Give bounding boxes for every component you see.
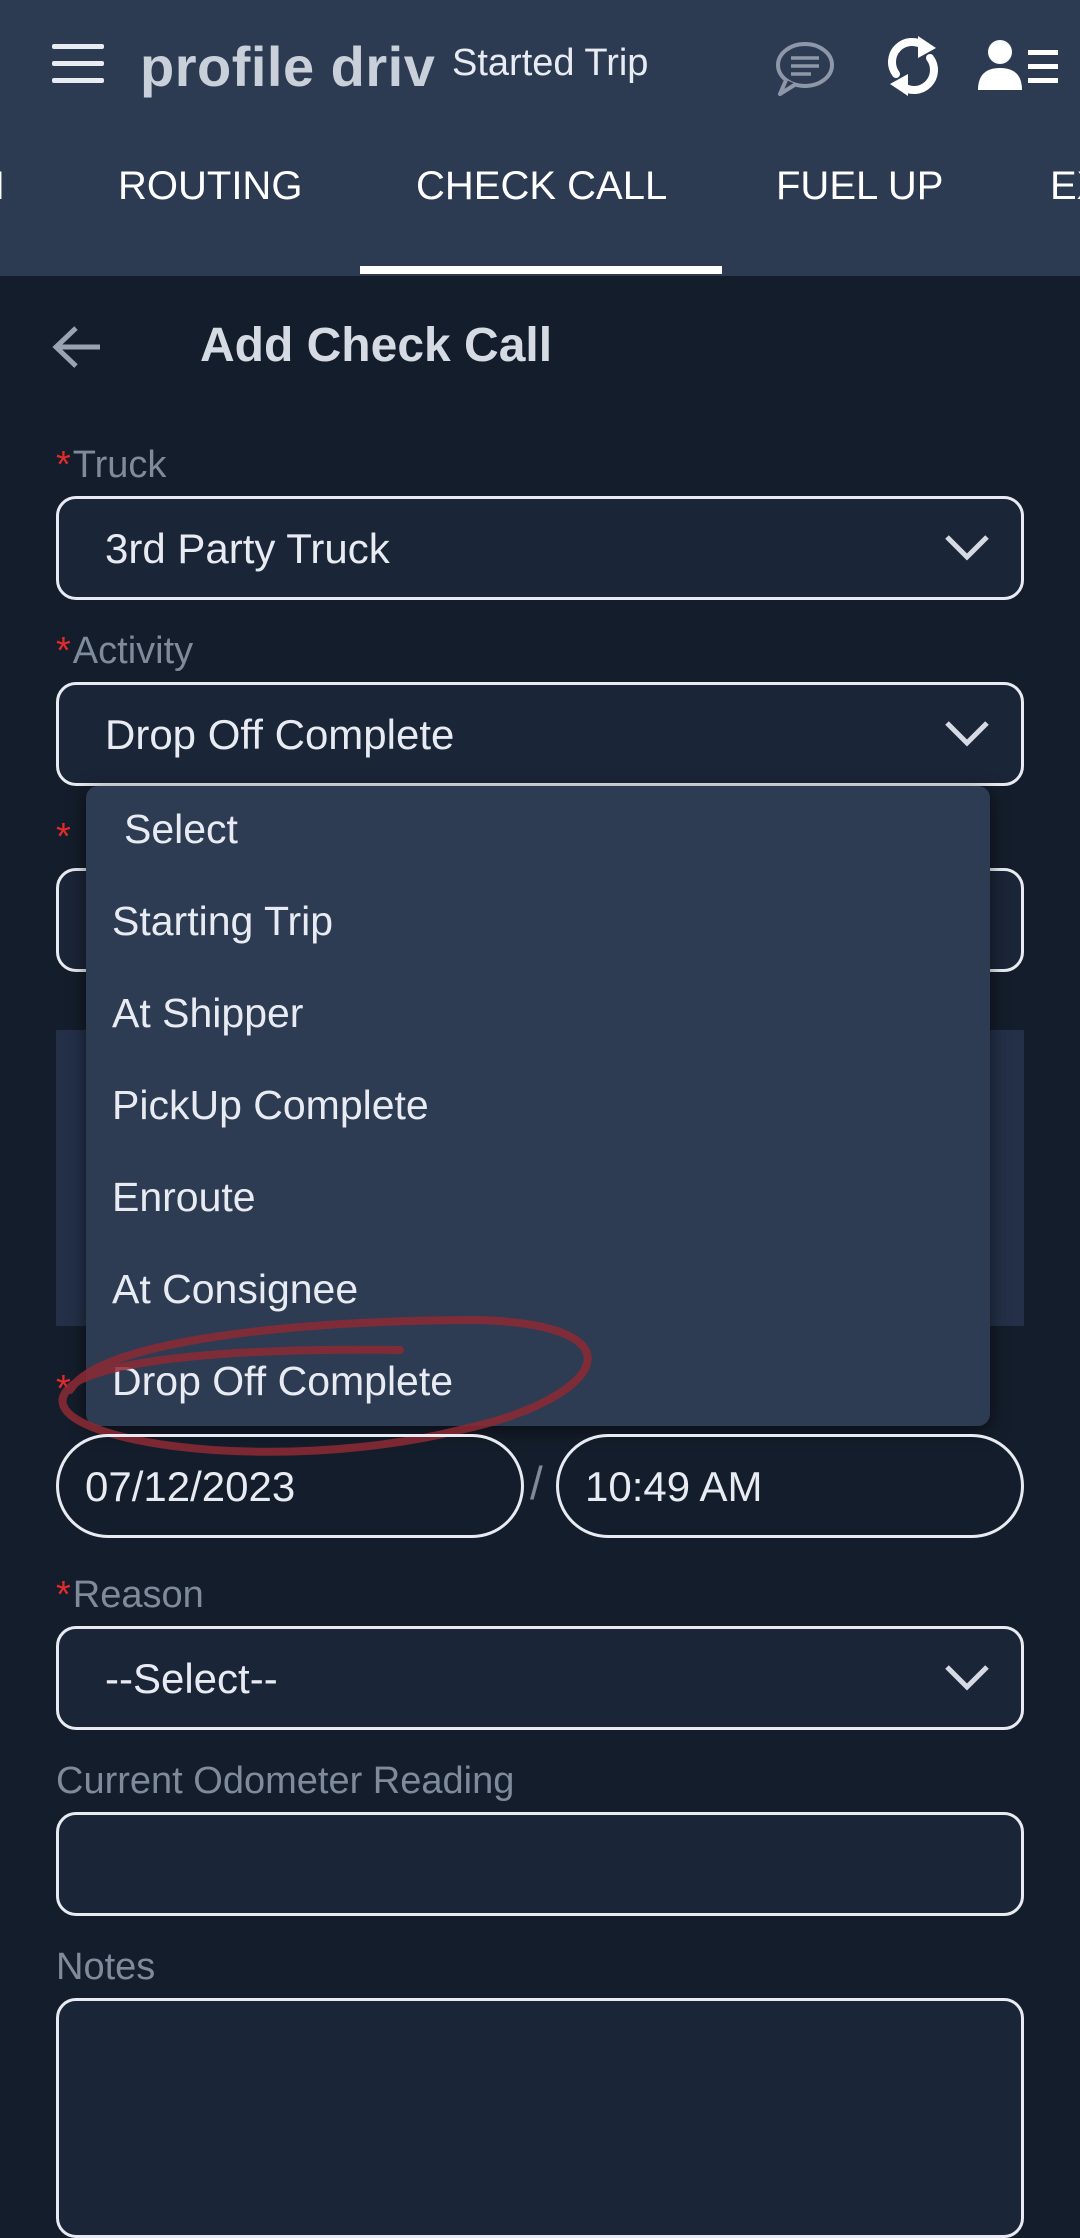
chat-icon[interactable] xyxy=(774,40,836,98)
truck-label: *Truck xyxy=(56,444,167,486)
active-tab-indicator xyxy=(360,266,722,274)
datetime-label: * xyxy=(56,1368,71,1410)
option-pickup-complete[interactable]: PickUp Complete xyxy=(112,1082,429,1129)
tab-partial-left[interactable]: I xyxy=(0,164,5,209)
tab-check-call[interactable]: CHECK CALL xyxy=(416,164,667,209)
odometer-input[interactable] xyxy=(56,1812,1024,1916)
chevron-down-icon xyxy=(945,1665,989,1691)
app-title: profile driv xyxy=(140,35,436,98)
reason-value: --Select-- xyxy=(105,1655,278,1702)
reason-select[interactable]: --Select-- xyxy=(56,1626,1024,1730)
odometer-label: Current Odometer Reading xyxy=(56,1760,515,1802)
page-header: Add Check Call xyxy=(0,300,1080,400)
option-at-shipper[interactable]: At Shipper xyxy=(112,990,303,1037)
profile-icon[interactable] xyxy=(978,38,1060,94)
reason-label: *Reason xyxy=(56,1574,204,1616)
truck-select[interactable]: 3rd Party Truck xyxy=(56,496,1024,600)
trip-status: Started Trip xyxy=(452,42,649,84)
top-bar: profile driv Started Trip xyxy=(0,0,1080,130)
option-starting-trip[interactable]: Starting Trip xyxy=(112,898,333,945)
chevron-down-icon xyxy=(945,535,989,561)
notes-textarea[interactable] xyxy=(56,1998,1024,2238)
time-input[interactable]: 10:49 AM xyxy=(556,1434,1024,1538)
option-select[interactable]: Select xyxy=(124,806,238,853)
time-value: 10:49 AM xyxy=(585,1463,763,1510)
sync-icon[interactable] xyxy=(884,34,942,98)
truck-value: 3rd Party Truck xyxy=(105,525,390,572)
app-header: profile driv Started Trip I ROUTING CHEC… xyxy=(0,0,1080,276)
option-at-consignee[interactable]: At Consignee xyxy=(112,1266,358,1313)
notes-label: Notes xyxy=(56,1946,156,1988)
option-drop-off-complete[interactable]: Drop Off Complete xyxy=(112,1358,453,1405)
page-title: Add Check Call xyxy=(200,319,553,372)
back-arrow-icon[interactable] xyxy=(52,324,104,370)
datetime-separator: / xyxy=(530,1457,543,1509)
tab-bar: I ROUTING CHECK CALL FUEL UP EX xyxy=(0,140,1080,276)
date-value: 07/12/2023 xyxy=(85,1463,296,1510)
tab-fuel-up[interactable]: FUEL UP xyxy=(776,164,943,209)
chevron-down-icon xyxy=(945,721,989,747)
tab-partial-right[interactable]: EX xyxy=(1050,164,1080,209)
date-input[interactable]: 07/12/2023 xyxy=(56,1434,524,1538)
hamburger-menu-icon[interactable] xyxy=(52,44,104,84)
option-enroute[interactable]: Enroute xyxy=(112,1174,256,1221)
activity-dropdown-menu: Select Starting Trip At Shipper PickUp C… xyxy=(86,786,990,1426)
activity-select[interactable]: Drop Off Complete xyxy=(56,682,1024,786)
activity-value: Drop Off Complete xyxy=(105,711,455,758)
activity-label: *Activity xyxy=(56,630,194,672)
hidden-field-label: * xyxy=(56,816,71,858)
tab-routing[interactable]: ROUTING xyxy=(118,164,302,209)
